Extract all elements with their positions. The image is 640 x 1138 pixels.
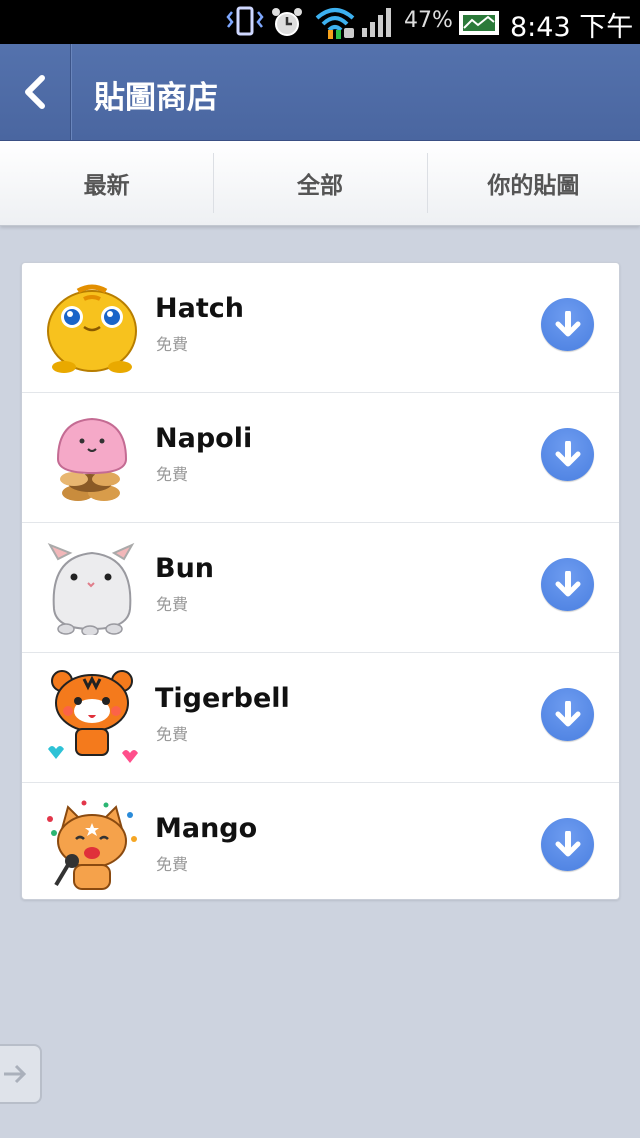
- signal-icon: [362, 8, 391, 37]
- download-arrow-icon: [555, 441, 581, 467]
- sticker-price: 免費: [156, 335, 189, 354]
- sticker-name: Napoli: [155, 423, 253, 454]
- sticker-price: 免費: [156, 855, 189, 874]
- sticker-price: 免費: [156, 465, 189, 484]
- sticker-name: Mango: [155, 813, 258, 844]
- alarm-icon: [272, 8, 302, 36]
- sticker-list: Hatch 免費 Napoli 免費 Bun 免費 Tigerbell 免費 M…: [21, 262, 620, 900]
- page-title: 貼圖商店: [94, 80, 218, 116]
- list-item[interactable]: Bun 免費: [22, 522, 619, 652]
- tab-bar: 最新 全部 你的貼圖: [0, 141, 640, 226]
- app-header: 貼圖商店: [0, 44, 640, 141]
- download-button[interactable]: [541, 688, 594, 741]
- download-button[interactable]: [541, 558, 594, 611]
- tab-your-stickers[interactable]: 你的貼圖: [426, 141, 640, 225]
- list-item[interactable]: Tigerbell 免費: [22, 652, 619, 782]
- sticker-price: 免費: [156, 725, 189, 744]
- floating-side-handle[interactable]: [0, 1044, 42, 1104]
- tab-all[interactable]: 全部: [213, 141, 426, 225]
- tigerbell-sticker-thumbnail: [48, 670, 138, 763]
- download-button[interactable]: [541, 818, 594, 871]
- chevron-left-icon: [25, 75, 45, 109]
- hatch-sticker-thumbnail: [47, 284, 137, 373]
- vibrate-icon: [226, 6, 264, 36]
- download-arrow-icon: [555, 701, 581, 727]
- sticker-name: Hatch: [155, 293, 244, 324]
- tab-newest[interactable]: 最新: [0, 141, 213, 225]
- download-button[interactable]: [541, 298, 594, 351]
- download-arrow-icon: [555, 311, 581, 337]
- napoli-sticker-thumbnail: [56, 417, 128, 501]
- download-arrow-icon: [555, 571, 581, 597]
- sticker-price: 免費: [156, 595, 189, 614]
- list-item[interactable]: Napoli 免費: [22, 392, 619, 522]
- wifi-icon: [315, 8, 355, 39]
- bun-sticker-thumbnail: [47, 542, 135, 635]
- clock: 8:43 下午: [510, 12, 634, 43]
- back-button[interactable]: [0, 44, 71, 140]
- battery-percent: 47%: [404, 8, 453, 33]
- list-item[interactable]: Hatch 免費: [22, 263, 619, 392]
- list-item[interactable]: Mango 免費: [22, 782, 619, 912]
- mango-sticker-thumbnail: [47, 800, 137, 890]
- battery-icon: [459, 11, 499, 35]
- status-bar: 47% 8:43 下午: [0, 0, 640, 44]
- sticker-name: Tigerbell: [155, 683, 290, 714]
- download-arrow-icon: [555, 831, 581, 857]
- arrow-right-icon: [4, 1064, 27, 1084]
- download-button[interactable]: [541, 428, 594, 481]
- sticker-name: Bun: [155, 553, 215, 584]
